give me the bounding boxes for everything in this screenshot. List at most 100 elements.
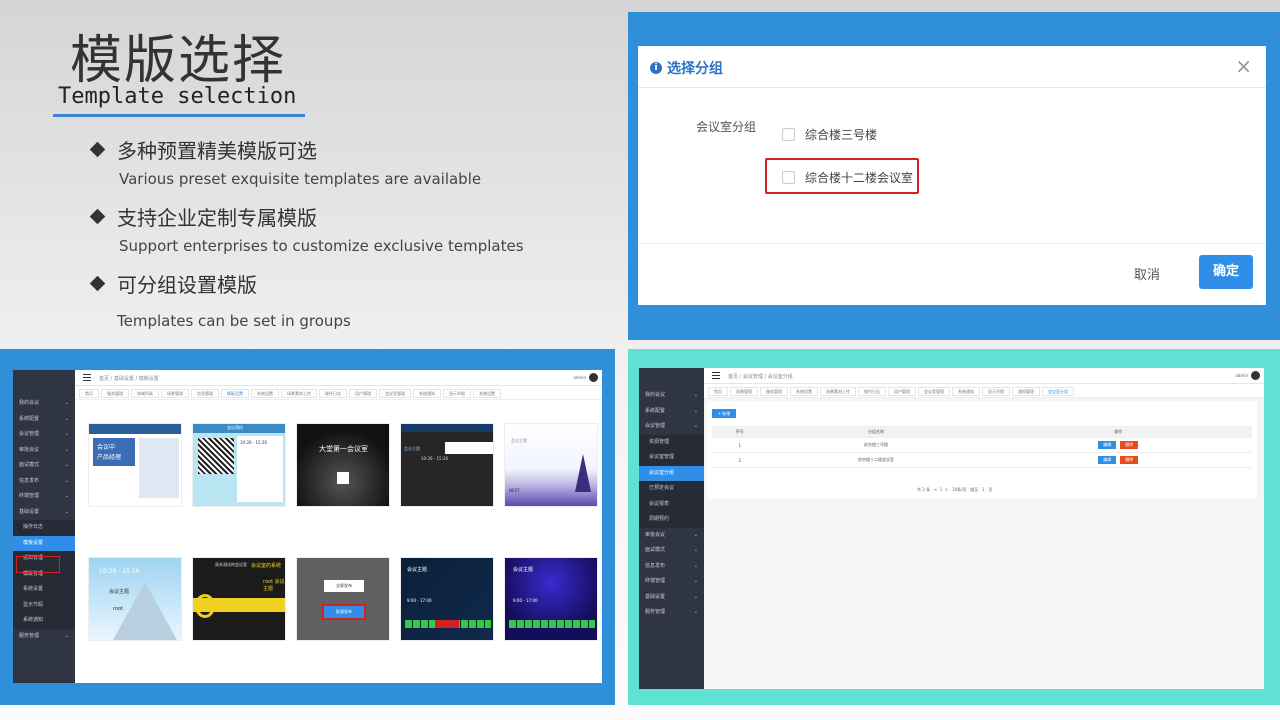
- tab[interactable]: 场景管理: [730, 387, 758, 396]
- tab[interactable]: 模板设置: [221, 389, 249, 398]
- sidebar-item[interactable]: 我的会议 ⌄: [13, 396, 75, 412]
- sidebar-item[interactable]: 信息发布 ⌄: [13, 474, 75, 490]
- sidebar-item[interactable]: 系统配置 ⌄: [639, 404, 704, 420]
- delete-button[interactable]: 删除: [1120, 441, 1139, 449]
- tab[interactable]: 会议室分组: [1042, 387, 1074, 396]
- sidebar-item[interactable]: 我的会议 ⌄: [639, 388, 704, 404]
- tab[interactable]: 终端列表: [131, 389, 159, 398]
- tab[interactable]: 系统设置: [473, 389, 501, 398]
- template-thumb-10[interactable]: 会议主题 9:00 - 17:00: [504, 557, 598, 641]
- sidebar-item[interactable]: 服务管理 ⌄: [639, 605, 704, 621]
- sidebar-item[interactable]: 审批会议 ⌄: [639, 528, 704, 544]
- sidebar-item[interactable]: 服务管理 ⌄: [13, 629, 75, 645]
- sidebar-item[interactable]: 会议室分组: [639, 465, 704, 481]
- tab[interactable]: 通知管理: [1012, 387, 1040, 396]
- sidebar-item[interactable]: 审批会议 ⌄: [13, 443, 75, 459]
- sidebar-item[interactable]: 会议管理 ⌄: [13, 427, 75, 443]
- group-option-1[interactable]: 综合楼三号楼: [782, 126, 877, 143]
- checkbox[interactable]: [782, 128, 795, 141]
- sidebar-item[interactable]: 会议管理 ⌄: [639, 419, 704, 435]
- sidebar-item[interactable]: 面试模式 ⌄: [13, 458, 75, 474]
- sidebar-item[interactable]: 会议室管理: [639, 450, 704, 466]
- chevron-down-icon: ⌄: [64, 462, 69, 468]
- chevron-down-icon: ⌄: [693, 531, 698, 538]
- chevron-down-icon: ⌄: [693, 423, 698, 429]
- group-table: 序号 分组名称 操作 1 综合楼三号楼 编辑 删除 2 综合楼十二楼会议室 编辑…: [712, 426, 1253, 468]
- template-thumb-8[interactable]: 全屏发布 批量发布: [296, 557, 390, 641]
- tab[interactable]: 场景素材上传: [820, 387, 856, 396]
- template-thumb-2[interactable]: 会议预约 10:26 - 15:26: [192, 423, 286, 507]
- rooms-panel: 我的会议 ⌄ 系统配置 ⌄ 会议管理 ⌄ 资源管理 会议室管理 会议室分组 已预定会议 会议报表 周期…: [628, 349, 1280, 705]
- admin-name[interactable]: admin: [573, 375, 586, 380]
- avatar[interactable]: [589, 373, 598, 382]
- chevron-down-icon: ⌄: [693, 578, 698, 584]
- tab[interactable]: 系统设置: [251, 389, 279, 398]
- tab[interactable]: 系统设置: [790, 387, 818, 396]
- tab[interactable]: 服务管理: [101, 389, 129, 398]
- breadcrumb: 首页 / 基础设置 / 模板设置: [99, 376, 159, 382]
- tab[interactable]: 信息管理: [191, 389, 219, 398]
- cancel-button[interactable]: 取消: [1134, 264, 1160, 283]
- template-thumb-3[interactable]: 大堂第一会议室: [296, 423, 390, 507]
- menu-icon[interactable]: [712, 372, 720, 379]
- tab[interactable]: 场景素材上传: [281, 389, 317, 398]
- close-icon[interactable]: ×: [1235, 54, 1252, 78]
- sidebar: 我的会议 ⌄ 系统配置 ⌄ 会议管理 ⌄ 审批会议 ⌄ 面试模式 ⌄ 信息发布 ⌄ 终端管理 ⌄ 基础设置 ⌄…: [13, 370, 75, 683]
- sidebar-item[interactable]: 系统配置 ⌄: [13, 412, 75, 428]
- template-thumb-6[interactable]: 10:26 - 15:26 会议主题 root: [88, 557, 182, 641]
- sidebar-item[interactable]: 终端管理 ⌄: [639, 574, 704, 590]
- edit-button[interactable]: 编辑: [1098, 456, 1117, 464]
- sidebar-item[interactable]: 周期预约: [639, 512, 704, 528]
- tab[interactable]: 用户管理: [888, 387, 916, 396]
- tab[interactable]: 系统通知: [413, 389, 441, 398]
- tab[interactable]: 会议室管理: [918, 387, 950, 396]
- page-subtitle: Template selection: [58, 84, 297, 109]
- edit-button[interactable]: 编辑: [1098, 441, 1117, 449]
- sidebar-item[interactable]: 基础设置 ⌄: [13, 505, 75, 521]
- tab[interactable]: 显示节假: [982, 387, 1010, 396]
- tab[interactable]: 会议室管理: [379, 389, 411, 398]
- tab[interactable]: 操作日志: [319, 389, 347, 398]
- menu-icon[interactable]: [83, 374, 91, 381]
- diamond-bullet-icon: [89, 141, 106, 158]
- sidebar-item[interactable]: 已预定会议: [639, 481, 704, 497]
- avatar[interactable]: [1251, 371, 1260, 380]
- diamond-bullet-icon: [89, 208, 106, 225]
- sidebar-item[interactable]: 系统设置: [13, 582, 75, 598]
- tab[interactable]: 用户管理: [349, 389, 377, 398]
- top-bar: 首页 / 会议管理 / 会议室分组 admin: [704, 368, 1264, 384]
- sidebar-item[interactable]: 会议报表: [639, 496, 704, 512]
- tab[interactable]: 首页: [79, 389, 99, 398]
- sidebar-item[interactable]: 面试模式 ⌄: [639, 543, 704, 559]
- chevron-down-icon: ⌄: [64, 477, 69, 484]
- select-group-dialog: i 选择分组 × 会议室分组 综合楼三号楼 综合楼十二楼会议室 取消 确定: [638, 46, 1266, 305]
- sidebar-item[interactable]: 模板设置: [13, 535, 75, 551]
- sidebar: 我的会议 ⌄ 系统配置 ⌄ 会议管理 ⌄ 资源管理 会议室管理 会议室分组 已预定会议 会议报表 周期…: [639, 368, 704, 689]
- tab[interactable]: 显示节假: [443, 389, 471, 398]
- template-thumb-4[interactable]: 会议主题 10:26 - 15:26: [400, 423, 494, 507]
- admin-name[interactable]: admin: [1235, 373, 1248, 378]
- sidebar-item[interactable]: 显示节假: [13, 597, 75, 613]
- sidebar-item[interactable]: 资源管理: [639, 434, 704, 450]
- confirm-button[interactable]: 确定: [1199, 255, 1253, 289]
- tab[interactable]: 场景管理: [161, 389, 189, 398]
- template-thumb-1[interactable]: 会议中 产品经理: [88, 423, 182, 507]
- sidebar-item[interactable]: 操作日志: [13, 520, 75, 536]
- tab[interactable]: 系统通知: [952, 387, 980, 396]
- sidebar-item[interactable]: 基础设置 ⌄: [639, 590, 704, 606]
- tab[interactable]: 首页: [708, 387, 728, 396]
- column-header: 序号: [712, 426, 768, 438]
- info-icon: i: [650, 62, 662, 74]
- pagination[interactable]: 共 2 条 < 1 > 10条/页 跳至 1 页: [917, 487, 992, 493]
- add-button[interactable]: + 新增: [712, 409, 736, 418]
- bullet-2: 支持企业定制专属模版: [89, 202, 317, 231]
- sidebar-item[interactable]: 系统通知: [13, 613, 75, 629]
- sidebar-item[interactable]: 终端管理 ⌄: [13, 489, 75, 505]
- template-thumb-9[interactable]: 会议主题 9:00 - 17:00: [400, 557, 494, 641]
- template-thumb-7[interactable]: 周末测试的会议室 会议室的系统 root 会议主题: [192, 557, 286, 641]
- sidebar-item[interactable]: 信息发布 ⌄: [639, 559, 704, 575]
- tab[interactable]: 服务管理: [760, 387, 788, 396]
- delete-button[interactable]: 删除: [1120, 456, 1139, 464]
- template-thumb-5[interactable]: 会议主题 NEXT: [504, 423, 598, 507]
- tab[interactable]: 操作日志: [858, 387, 886, 396]
